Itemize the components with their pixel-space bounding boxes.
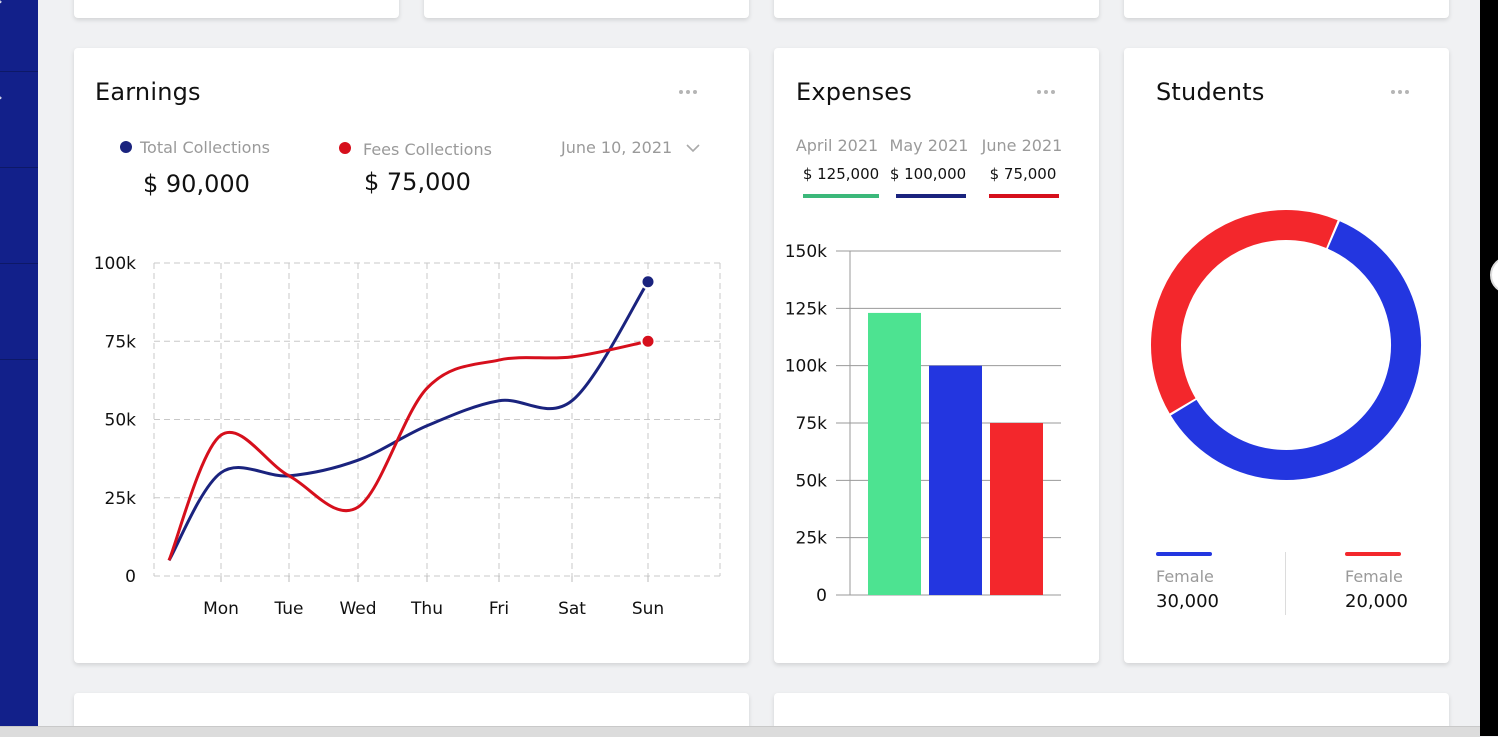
total-collections-value: $ 90,000 (143, 170, 250, 198)
stat-card (424, 0, 749, 18)
expense-bar (990, 423, 1043, 595)
y-tick-label: 75k (105, 332, 137, 352)
chevron-right-icon: › (0, 92, 8, 103)
fees-collections-line (167, 339, 649, 561)
y-tick-label: 50k (105, 411, 137, 431)
sidebar-item[interactable]: › (0, 72, 38, 168)
more-horizontal-icon[interactable] (1037, 90, 1059, 96)
x-tick-label: Mon (203, 599, 239, 619)
x-tick-label: Wed (339, 599, 376, 619)
fees-collections-label: Fees Collections (363, 140, 492, 159)
students-legend-label-2: Female (1345, 567, 1403, 586)
expense-value-1: $ 125,000 (802, 165, 880, 183)
students-card: Students Female 30,000 Female 20,000 (1124, 48, 1449, 663)
expenses-card: Expenses April 2021 $ 125,000 May 2021 $… (774, 48, 1099, 663)
expense-bar (868, 312, 921, 595)
expense-month-1: April 2021 (795, 136, 879, 155)
stat-card (1124, 0, 1449, 18)
expenses-bar-chart: 0 25k 50k 75k 100k 125k 150k (785, 242, 1061, 606)
expense-value-3: $ 75,000 (989, 165, 1057, 183)
students-legend-line-2 (1345, 552, 1401, 556)
stat-card (774, 0, 1099, 18)
chart-grid (153, 262, 721, 577)
chevron-down-icon (686, 144, 700, 153)
y-tick-label: 100k (785, 357, 827, 377)
expense-month-2: May 2021 (889, 136, 969, 155)
date-picker[interactable]: June 10, 2021 (561, 138, 701, 157)
total-collections-line (167, 280, 650, 562)
total-collections-dot (120, 141, 132, 153)
x-tick-label: Sat (558, 599, 586, 619)
earnings-card: Earnings Total Collections $ 90,000 Fees… (74, 48, 749, 663)
expense-line-2 (896, 194, 966, 198)
y-tick-label: 25k (105, 489, 137, 509)
fees-collections-value: $ 75,000 (364, 168, 471, 196)
donut-segment (1170, 221, 1421, 480)
students-legend-line-1 (1156, 552, 1212, 556)
students-title: Students (1156, 78, 1265, 106)
students-donut-chart (1151, 210, 1421, 480)
y-tick-label: 0 (816, 586, 827, 606)
more-horizontal-icon[interactable] (1391, 90, 1413, 96)
y-tick-label: 25k (796, 529, 828, 549)
legend-divider (1285, 552, 1286, 615)
date-value: June 10, 2021 (561, 138, 673, 157)
students-legend-label-1: Female (1156, 567, 1214, 586)
sidebar-item[interactable]: › (0, 0, 38, 72)
y-tick-label: 100k (94, 254, 136, 274)
scrollbar-area (1480, 0, 1498, 736)
expense-line-1 (803, 194, 879, 198)
scroll-handle[interactable] (1490, 256, 1498, 294)
series-end-point (640, 274, 656, 290)
expense-value-2: $ 100,000 (889, 165, 967, 183)
x-tick-label: Sun (632, 599, 664, 619)
donut-segment (1151, 210, 1338, 414)
y-tick-label: 150k (785, 242, 827, 262)
y-tick-label: 125k (785, 299, 827, 319)
bottom-bar (0, 726, 1480, 737)
students-legend-value-2: 20,000 (1345, 591, 1408, 612)
fees-collections-dot (339, 142, 351, 154)
x-tick-label: Fri (489, 599, 509, 619)
earnings-title: Earnings (95, 78, 201, 106)
more-horizontal-icon[interactable] (679, 90, 701, 96)
expense-month-3: June 2021 (981, 136, 1063, 155)
sidebar-item[interactable] (0, 264, 38, 360)
x-tick-label: Thu (410, 599, 443, 619)
chevron-right-icon: › (0, 0, 8, 7)
sidebar-item[interactable] (0, 168, 38, 264)
x-tick-label: Tue (273, 599, 303, 619)
series-end-point (640, 333, 656, 349)
earnings-line-chart: 0 25k 50k 75k 100k Mon Tue Wed Thu Fri Sat Sun (94, 254, 721, 619)
expenses-title: Expenses (796, 78, 912, 106)
y-tick-label: 50k (796, 471, 828, 491)
y-tick-label: 75k (796, 414, 828, 434)
total-collections-label: Total Collections (140, 138, 270, 157)
students-legend-value-1: 30,000 (1156, 591, 1219, 612)
expense-line-3 (989, 194, 1059, 198)
expense-bar (929, 365, 982, 595)
sidebar: › › (0, 0, 38, 736)
y-tick-label: 0 (125, 567, 136, 587)
stat-card (74, 0, 399, 18)
